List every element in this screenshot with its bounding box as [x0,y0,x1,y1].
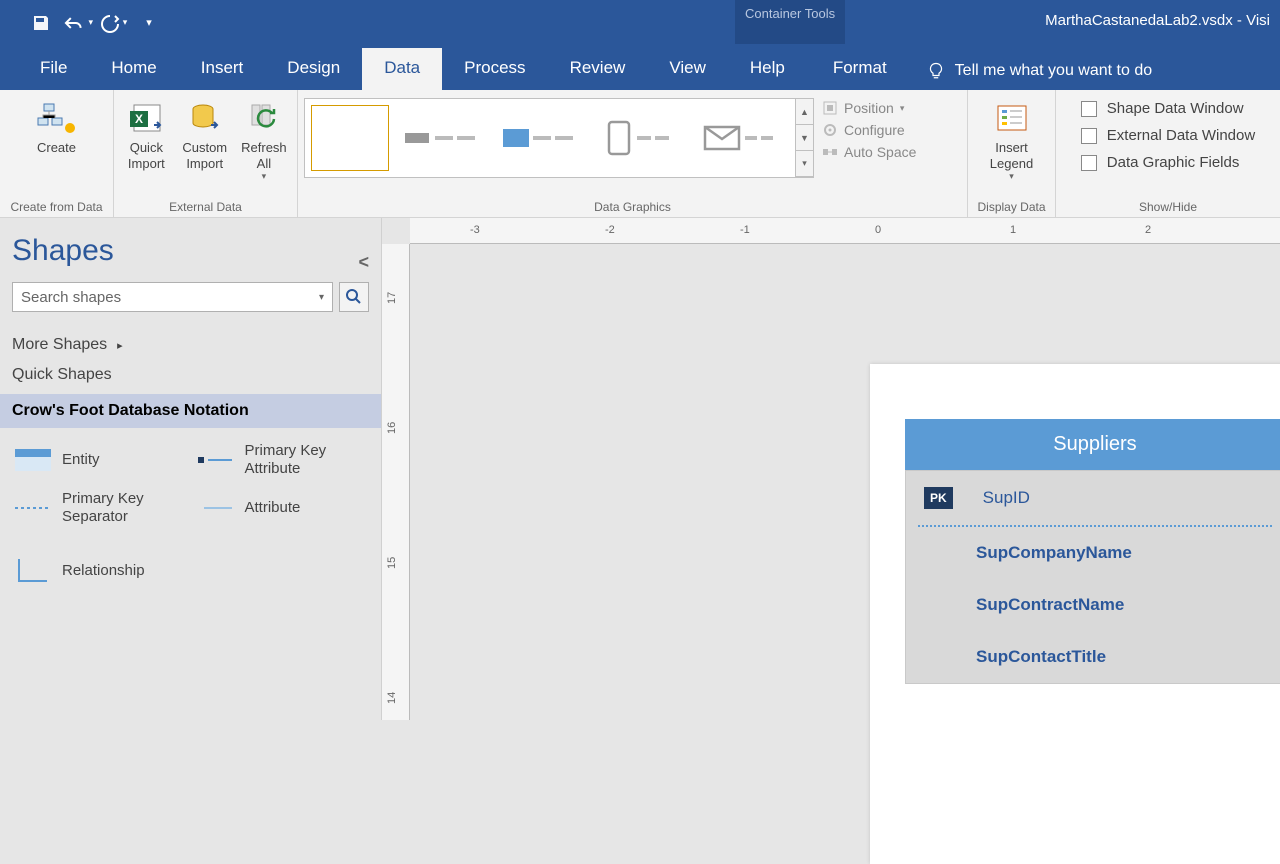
refresh-all-button[interactable]: Refresh All▾ [235,96,293,184]
collapse-pane-icon[interactable]: < [358,252,369,273]
group-showhide-label: Show/Hide [1062,198,1274,215]
group-display-label: Display Data [974,198,1049,215]
svg-text:X: X [135,112,143,126]
chk-shape-data[interactable]: Shape Data Window [1081,100,1255,117]
shape-relationship[interactable]: Relationship [12,554,187,588]
pk-badge: PK [924,487,953,509]
attr-row[interactable]: SupContractName [906,579,1280,631]
qat-customize-icon[interactable]: ▾ [133,7,165,39]
gallery-scroll[interactable]: ▲▼▾ [795,99,813,177]
gallery-phone[interactable] [589,107,689,169]
excel-icon: X [124,98,168,138]
gallery-bar[interactable] [389,107,489,169]
autospace-button[interactable]: Auto Space [822,144,916,160]
custom-import-button[interactable]: Custom Import [176,96,233,173]
shape-search-button[interactable] [339,282,369,312]
undo-icon[interactable]: ▾ [61,7,93,39]
create-button[interactable]: Create [29,96,85,158]
gallery-card[interactable] [489,107,589,169]
tab-view[interactable]: View [647,48,728,90]
entity-header[interactable]: Suppliers [905,419,1280,470]
gallery-none[interactable] [311,105,389,171]
search-icon [346,289,362,305]
chk-external-data[interactable]: External Data Window [1081,127,1255,144]
group-create-label: Create from Data [6,198,107,215]
shape-attribute[interactable]: Attribute [195,486,370,530]
quick-shapes-link[interactable]: Quick Shapes [12,360,369,390]
title-bar: ▾ ▾ ▾ Container Tools MarthaCastanedaLab… [0,0,1280,45]
more-shapes-link[interactable]: More Shapes▸ [12,330,369,360]
tab-design[interactable]: Design [265,48,362,90]
stencil-selected[interactable]: Crow's Foot Database Notation [0,394,381,428]
horizontal-ruler: -3 -2 -1 0 1 2 [410,218,1280,244]
tab-help[interactable]: Help [728,48,807,90]
refresh-icon [242,98,286,138]
ribbon: Create Create from Data XQuick Import Cu… [0,90,1280,218]
group-external-label: External Data [120,198,291,215]
position-button[interactable]: Position ▾ [822,100,916,116]
shape-pk-attribute[interactable]: Primary Key Attribute [195,438,370,482]
document-title: MarthaCastanedaLab2.vsdx - Visi [1045,12,1270,29]
configure-button[interactable]: Configure [822,122,916,138]
shape-search-input[interactable]: Search shapes▾ [12,282,333,312]
tab-process[interactable]: Process [442,48,547,90]
data-graphics-gallery[interactable]: ▲▼▾ [304,98,814,178]
layout-options: Position ▾ Configure Auto Space [816,96,922,164]
quick-access-toolbar: ▾ ▾ ▾ [0,7,165,39]
shapes-title: Shapes [12,228,369,282]
save-icon[interactable] [25,7,57,39]
tab-file[interactable]: File [18,48,89,90]
create-label: Create [37,140,76,156]
group-graphics-label: Data Graphics [304,198,961,215]
quick-import-button[interactable]: XQuick Import [118,96,174,173]
gallery-mail[interactable] [689,107,789,169]
ribbon-tabs: File Home Insert Design Data Process Rev… [0,45,1280,90]
vertical-ruler: 17 16 15 14 [382,244,410,720]
database-icon [183,98,227,138]
canvas-area[interactable]: -3 -2 -1 0 1 2 17 16 15 14 Suppliers PK … [382,218,1280,720]
tab-format[interactable]: Format [811,48,909,90]
shape-pk-separator[interactable]: Primary Key Separator [12,486,187,530]
contextual-tool-label: Container Tools [735,0,845,44]
tab-home[interactable]: Home [89,48,178,90]
create-icon [35,98,79,138]
tab-review[interactable]: Review [548,48,648,90]
legend-icon [990,98,1034,138]
lightbulb-icon [927,62,945,80]
redo-icon[interactable]: ▾ [97,7,129,39]
attr-row[interactable]: SupContactTitle [906,631,1280,683]
tab-data[interactable]: Data [362,48,442,90]
insert-legend-button[interactable]: Insert Legend▾ [984,96,1040,184]
attr-row-pk[interactable]: PK SupID [906,471,1280,525]
tab-insert[interactable]: Insert [179,48,266,90]
chk-graphic-fields[interactable]: Data Graphic Fields [1081,154,1255,171]
tell-me-search[interactable]: Tell me what you want to do [909,52,1170,90]
tell-me-label: Tell me what you want to do [955,62,1152,80]
shapes-pane: Shapes < Search shapes▾ More Shapes▸ Qui… [0,218,382,720]
attr-row[interactable]: SupCompanyName [906,527,1280,579]
entity-suppliers[interactable]: Suppliers PK SupID SupCompanyName SupCon… [905,419,1280,684]
shape-entity[interactable]: Entity [12,438,187,482]
